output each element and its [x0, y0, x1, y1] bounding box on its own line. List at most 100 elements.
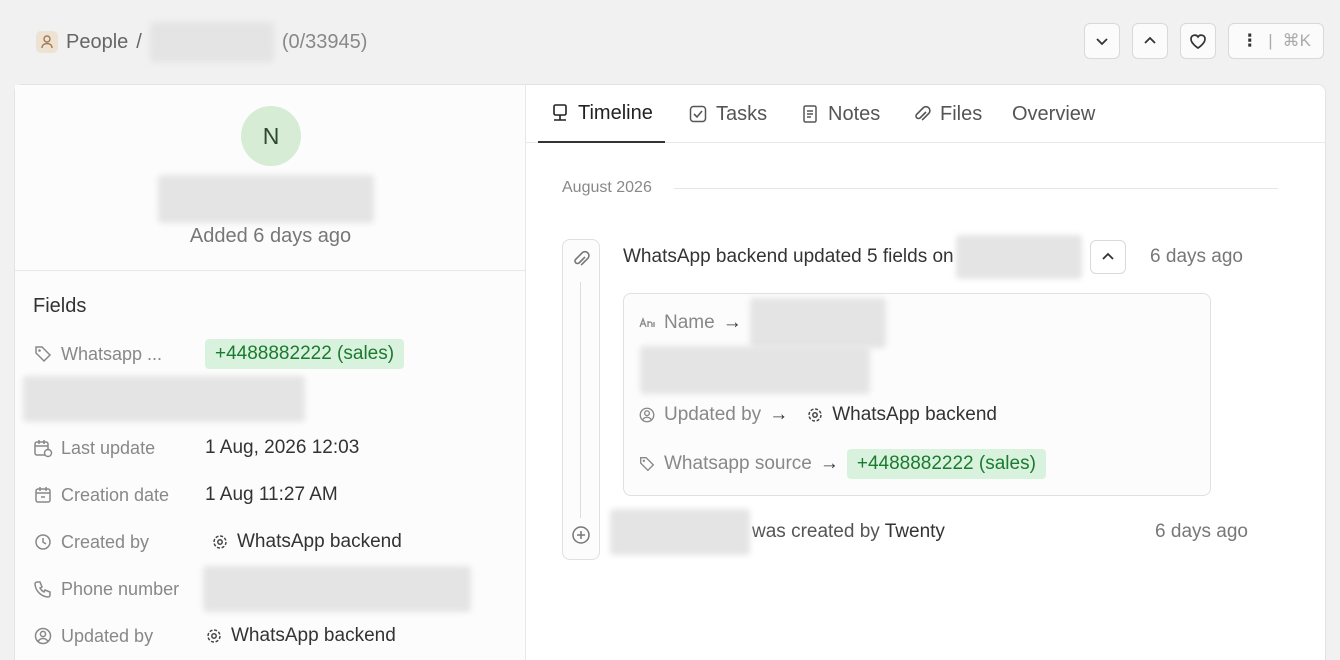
record-name[interactable] [158, 175, 374, 223]
diff-new-value [749, 298, 886, 348]
paperclip-icon [915, 105, 931, 121]
field-changes-box: Name → Updated by → WhatsApp backend Wha… [623, 293, 1211, 496]
record-card: N Added 6 days ago Fields Whatsapp ... +… [14, 84, 1326, 660]
timeline-line [580, 282, 581, 518]
event-record-name[interactable] [955, 235, 1082, 279]
field-hidden[interactable] [23, 376, 305, 422]
avatar[interactable]: N [241, 106, 301, 166]
field-creation-date[interactable]: Creation date 1 Aug 11:27 AM [33, 477, 338, 513]
blurred-diff [640, 346, 870, 394]
tab-label: Tasks [716, 102, 768, 125]
timeline-rail [562, 239, 600, 560]
breadcrumb-people-link[interactable]: People [66, 31, 128, 54]
field-label: Creation date [61, 484, 170, 505]
field-phone[interactable]: Phone number [33, 566, 471, 612]
top-bar: People / (0/33945) ⋮ | ⌘K [0, 0, 1340, 84]
field-label: Whatsapp ... [61, 343, 163, 364]
tab-bar: Timeline Tasks Notes Files Overview [526, 85, 1326, 143]
tab-label: Files [940, 102, 983, 125]
phone-icon [34, 581, 51, 598]
note-icon [803, 105, 817, 123]
gear-icon [207, 629, 221, 643]
diff-whatsapp-value: +4488882222 (sales) [846, 449, 1046, 479]
updated-by-value[interactable]: WhatsApp backend [205, 625, 396, 647]
tab-timeline[interactable]: Timeline [538, 85, 665, 143]
diff-hidden [640, 346, 870, 394]
text-icon [639, 317, 655, 328]
fields-title: Fields [33, 295, 87, 317]
timeline-event-created: was created by Twenty 6 days ago [610, 509, 1290, 555]
field-label: Last update [61, 437, 156, 458]
diff-updated-by-value: WhatsApp backend [806, 404, 997, 426]
field-updated-by[interactable]: Updated by WhatsApp backend [33, 618, 396, 654]
collapse-button[interactable] [1089, 240, 1126, 274]
created-by-text: WhatsApp backend [237, 531, 402, 552]
tab-files[interactable]: Files [912, 85, 982, 143]
created-by-value[interactable]: WhatsApp backend [205, 531, 402, 553]
tag-icon [640, 457, 655, 472]
tab-overview[interactable]: Overview [1012, 85, 1095, 143]
month-divider: August 2026 [562, 179, 1278, 197]
field-last-update[interactable]: Last update 1 Aug, 2026 12:03 [33, 430, 359, 466]
field-whatsapp[interactable]: Whatsapp ... +4488882222 (sales) [33, 336, 405, 372]
arrow-icon: → [722, 312, 742, 333]
record-sidebar: N Added 6 days ago Fields Whatsapp ... +… [15, 85, 526, 660]
timeline-icon [553, 104, 567, 121]
user-circle-icon [639, 407, 655, 423]
creation-date-value[interactable]: 1 Aug 11:27 AM [205, 484, 338, 506]
paperclip-icon [571, 249, 591, 269]
field-label: Created by [61, 531, 150, 552]
last-update-value[interactable]: 1 Aug, 2026 12:03 [205, 437, 359, 459]
chevron-up-icon [1101, 252, 1114, 260]
created-text: was created by [752, 521, 880, 542]
event-time: 6 days ago [1150, 246, 1243, 267]
diff-label: Name [664, 312, 715, 333]
previous-record-button[interactable] [1132, 23, 1169, 59]
diff-updated-by: Updated by → WhatsApp backend [638, 404, 997, 426]
blurred-field [23, 376, 305, 422]
history-icon [35, 534, 51, 550]
gear-icon [808, 408, 822, 422]
added-date: Added 6 days ago [189, 225, 352, 247]
more-vertical-icon: ⋮ [1241, 31, 1259, 50]
calendar-icon [35, 487, 51, 503]
tab-notes[interactable]: Notes [800, 85, 880, 143]
arrow-icon: → [819, 453, 839, 474]
event-time: 6 days ago [1155, 521, 1248, 542]
tab-label: Timeline [578, 101, 653, 124]
chevron-down-icon [1096, 38, 1108, 46]
event-text: WhatsApp backend updated 5 fields on [623, 246, 954, 267]
whatsapp-value[interactable]: +4488882222 (sales) [205, 339, 405, 369]
field-label: Phone number [61, 578, 180, 599]
favorite-button[interactable] [1180, 23, 1217, 59]
shortcut-hint: ⌘K [1282, 31, 1311, 50]
person-icon [36, 31, 58, 53]
diff-name: Name → [638, 298, 886, 348]
profile-header: N Added 6 days ago [15, 85, 526, 271]
diff-whatsapp-source: Whatsapp source → +4488882222 (sales) [638, 449, 1046, 479]
divider-line [673, 187, 1278, 189]
breadcrumb-record-name [149, 22, 274, 62]
breadcrumb: People / (0/33945) [36, 22, 367, 62]
month-label: August 2026 [562, 179, 652, 196]
breadcrumb-separator: / [136, 30, 142, 53]
more-actions-button[interactable]: ⋮ | ⌘K [1228, 23, 1324, 59]
updated-by-text: WhatsApp backend [231, 625, 396, 646]
diff-label: Updated by [664, 404, 762, 425]
tab-tasks[interactable]: Tasks [688, 85, 767, 143]
record-count: (0/33945) [281, 30, 368, 53]
created-actor: Twenty [884, 521, 945, 542]
user-circle-icon [34, 627, 52, 645]
event-record-name[interactable] [610, 509, 750, 555]
tag-icon [35, 346, 52, 363]
phone-value[interactable] [203, 566, 471, 612]
timeline-event-update: WhatsApp backend updated 5 fields on 6 d… [623, 235, 1285, 279]
calendar-clock-icon [34, 440, 53, 458]
field-created-by[interactable]: Created by WhatsApp backend [33, 524, 402, 560]
gear-icon [213, 535, 227, 549]
plus-circle-icon [571, 525, 591, 545]
tab-label: Notes [828, 102, 881, 125]
next-record-button[interactable] [1084, 23, 1121, 59]
record-content: Timeline Tasks Notes Files Overview Augu… [526, 85, 1326, 660]
tab-label: Overview [1012, 102, 1096, 125]
